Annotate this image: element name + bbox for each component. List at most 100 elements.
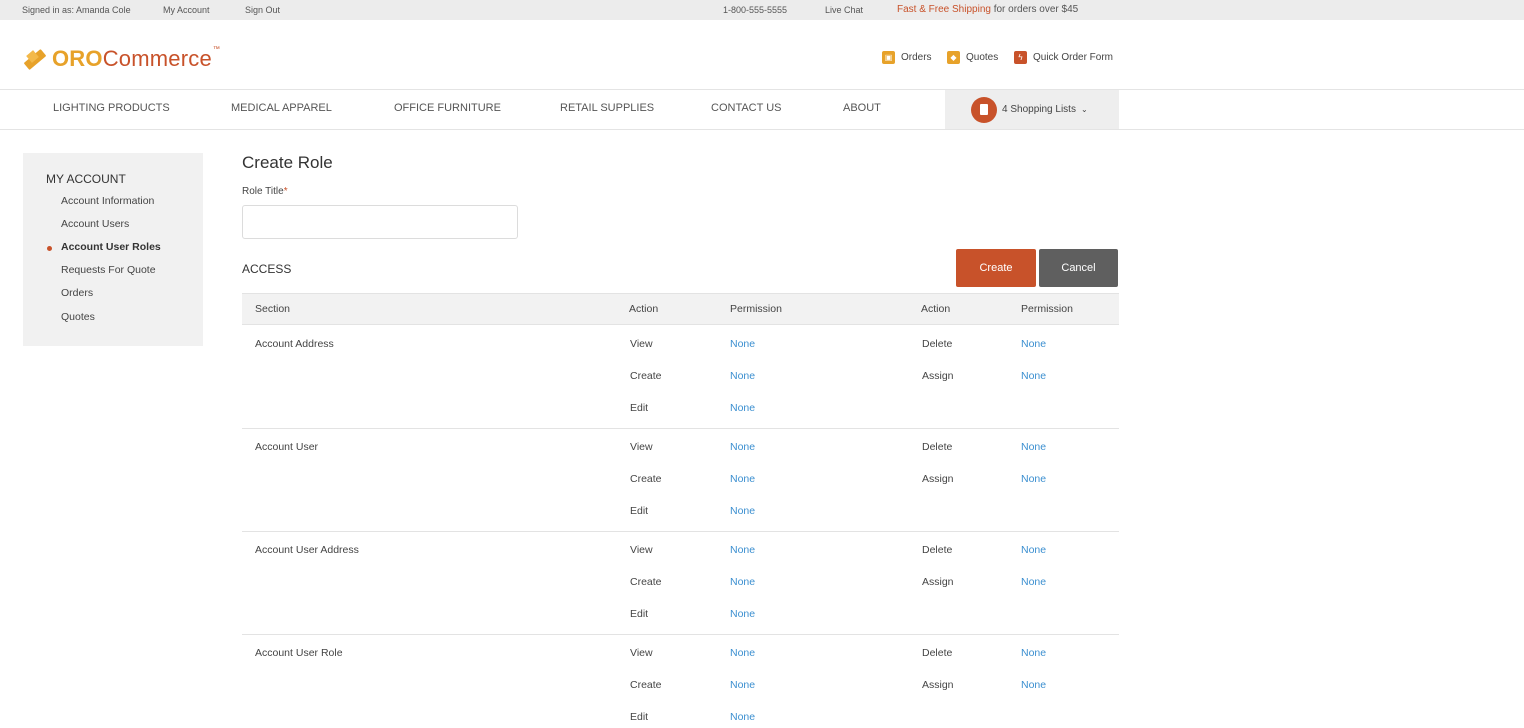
sidebar-item-orders[interactable]: Orders xyxy=(61,287,93,299)
action-label: Edit xyxy=(630,505,649,517)
header-action-left: Action xyxy=(629,303,659,315)
section-name: Account User xyxy=(255,441,319,453)
section-name: Account User Address xyxy=(255,544,359,556)
action-label: Assign xyxy=(922,679,954,691)
quick-order-form-link[interactable]: ϟ Quick Order Form xyxy=(1014,51,1113,64)
phone-number: 1-800-555-5555 xyxy=(723,5,788,15)
permission-select[interactable]: None xyxy=(730,608,755,620)
permission-select[interactable]: None xyxy=(730,679,755,691)
chevron-down-icon: ⌄ xyxy=(1080,105,1088,114)
action-label: Delete xyxy=(922,544,953,556)
action-label: Edit xyxy=(630,402,649,414)
shipping-link[interactable]: Fast & Free Shipping xyxy=(897,4,991,15)
action-label: Assign xyxy=(922,473,954,485)
nav-office-furniture[interactable]: OFFICE FURNITURE xyxy=(394,102,501,114)
nav-about[interactable]: ABOUT xyxy=(843,102,881,114)
sidebar-item-account-user-roles[interactable]: Account User Roles xyxy=(61,241,161,253)
permission-select[interactable]: None xyxy=(730,473,755,485)
sidebar-item-quotes[interactable]: Quotes xyxy=(61,311,95,323)
quick-order-label: Quick Order Form xyxy=(1033,52,1114,63)
top-utility-bar: Signed in as: Amanda Cole My Account Sig… xyxy=(0,0,1524,20)
action-label: Edit xyxy=(630,711,649,723)
permission-select[interactable]: None xyxy=(730,370,755,382)
header-action-right: Action xyxy=(921,303,951,315)
quotes-label: Quotes xyxy=(966,52,999,63)
account-sidebar: MY ACCOUNT Account Information Account U… xyxy=(23,153,203,346)
permission-select[interactable]: None xyxy=(1021,576,1046,588)
action-label: View xyxy=(630,441,653,453)
shopping-lists-label: 4 Shopping Lists xyxy=(1002,104,1076,115)
quotes-link[interactable]: ◆ Quotes xyxy=(947,51,998,64)
shipping-text: for orders over $45 xyxy=(990,4,1079,15)
action-label: Create xyxy=(630,370,662,382)
permission-select[interactable]: None xyxy=(730,647,755,659)
role-title-input[interactable] xyxy=(242,205,518,239)
sign-out-link[interactable]: Sign Out xyxy=(245,5,280,15)
action-label: Create xyxy=(630,679,662,691)
nav-contact-us[interactable]: CONTACT US xyxy=(711,102,782,114)
permission-select[interactable]: None xyxy=(1021,647,1046,659)
action-label: Assign xyxy=(922,370,954,382)
orocommerce-logo[interactable]: OROCommerce™ xyxy=(22,44,220,74)
action-label: Delete xyxy=(922,647,953,659)
permission-select[interactable]: None xyxy=(1021,544,1046,556)
action-label: Assign xyxy=(922,576,954,588)
shopping-list-icon xyxy=(971,96,997,123)
permissions-table-header: Section Action Permission Action Permiss… xyxy=(242,293,1119,325)
action-label: Create xyxy=(630,473,662,485)
action-label: View xyxy=(630,544,653,556)
header-permission-left: Permission xyxy=(730,303,782,315)
header-section: Section xyxy=(255,303,291,315)
sidebar-item-account-information[interactable]: Account Information xyxy=(61,195,154,207)
action-label: Edit xyxy=(630,608,649,620)
logo-text: OROCommerce™ xyxy=(52,46,221,71)
action-label: View xyxy=(630,647,653,659)
permission-select[interactable]: None xyxy=(730,505,755,517)
logo-mark-icon xyxy=(22,46,48,72)
permission-select[interactable]: None xyxy=(1021,441,1046,453)
cancel-button[interactable]: Cancel xyxy=(1039,249,1118,287)
quotes-icon: ◆ xyxy=(947,51,960,64)
permission-select[interactable]: None xyxy=(1021,338,1046,350)
row-divider xyxy=(242,428,1119,429)
action-label: View xyxy=(630,338,653,350)
section-name: Account Address xyxy=(255,338,334,350)
live-chat-link[interactable]: Live Chat xyxy=(825,5,863,15)
permission-select[interactable]: None xyxy=(1021,370,1046,382)
permission-select[interactable]: None xyxy=(730,576,755,588)
my-account-link[interactable]: My Account xyxy=(163,5,210,15)
section-name: Account User Role xyxy=(255,647,343,659)
permission-select[interactable]: None xyxy=(730,544,755,556)
header-permission-right: Permission xyxy=(1021,303,1073,315)
sidebar-title: MY ACCOUNT xyxy=(46,172,126,186)
nav-retail-supplies[interactable]: RETAIL SUPPLIES xyxy=(560,102,654,114)
nav-lighting-products[interactable]: LIGHTING PRODUCTS xyxy=(53,102,170,114)
nav-medical-apparel[interactable]: MEDICAL APPAREL xyxy=(231,102,332,114)
sidebar-item-requests-for-quote[interactable]: Requests For Quote xyxy=(61,264,156,276)
permission-select[interactable]: None xyxy=(1021,473,1046,485)
page-title: Create Role xyxy=(242,153,333,172)
action-label: Create xyxy=(630,576,662,588)
required-mark: * xyxy=(283,186,288,197)
create-button[interactable]: Create xyxy=(956,249,1036,287)
role-title-label: Role Title* xyxy=(242,186,288,197)
orders-label: Orders xyxy=(901,52,932,63)
permission-select[interactable]: None xyxy=(730,441,755,453)
permission-select[interactable]: None xyxy=(1021,679,1046,691)
shipping-banner: Fast & Free Shipping for orders over $45 xyxy=(897,4,1078,15)
access-section-title: ACCESS xyxy=(242,262,292,276)
orders-icon: ▣ xyxy=(882,51,895,64)
lightning-icon: ϟ xyxy=(1014,51,1027,64)
signed-in-text: Signed in as: Amanda Cole xyxy=(22,5,131,15)
active-item-bullet xyxy=(47,246,52,251)
row-divider xyxy=(242,634,1119,635)
permission-select[interactable]: None xyxy=(730,711,755,723)
row-divider xyxy=(242,531,1119,532)
sidebar-item-account-users[interactable]: Account Users xyxy=(61,218,129,230)
orders-link[interactable]: ▣ Orders xyxy=(882,51,932,64)
action-label: Delete xyxy=(922,338,953,350)
action-label: Delete xyxy=(922,441,953,453)
shopping-lists-dropdown[interactable]: 4 Shopping Lists ⌄ xyxy=(945,90,1119,129)
permission-select[interactable]: None xyxy=(730,402,755,414)
permission-select[interactable]: None xyxy=(730,338,755,350)
